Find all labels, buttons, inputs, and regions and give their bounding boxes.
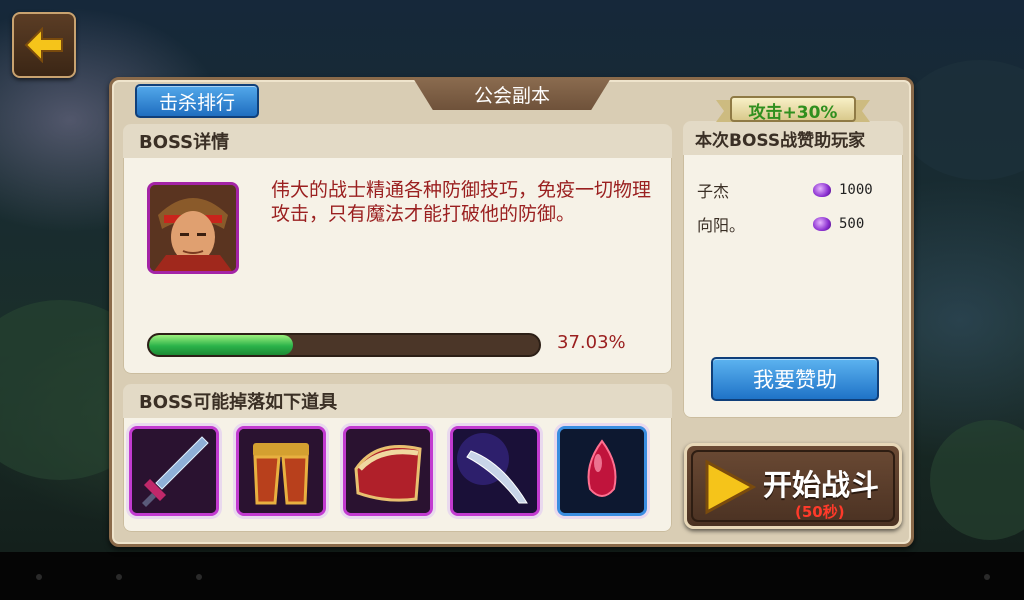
drop-item-slot[interactable]: [557, 426, 647, 516]
blade-icon: [453, 429, 537, 513]
sponsor-amount: 1000: [839, 182, 873, 198]
drop-item-slot[interactable]: [236, 426, 326, 516]
red-gem-icon: [560, 429, 644, 513]
purple-gem-icon: [813, 217, 831, 231]
system-navigation-bar: [0, 552, 1024, 600]
sponsor-list: 子杰 1000 向阳。 500: [697, 173, 889, 241]
shoulder-armor-icon: [346, 429, 430, 513]
boss-portrait: [147, 182, 239, 274]
back-button[interactable]: [12, 12, 76, 78]
boss-detail-box: BOSS详情 伟大的战士精通各种防御技巧，免疫一切物理攻击，只有魔法才能打破他的…: [123, 124, 672, 374]
sponsor-name: 子杰: [697, 182, 730, 201]
sponsor-header: 本次BOSS战赞助玩家: [683, 121, 903, 155]
sponsor-row: 子杰 1000: [697, 173, 889, 207]
panel-title: 公会副本: [413, 78, 611, 110]
kill-ranking-button[interactable]: 击杀排行: [135, 84, 259, 118]
start-battle-label: 开始战斗: [763, 468, 880, 502]
sponsor-box: 本次BOSS战赞助玩家 子杰 1000 向阳。 500 我要赞助: [683, 121, 903, 418]
sponsor-amount: 500: [839, 216, 865, 232]
drop-item-slot[interactable]: [343, 426, 433, 516]
start-battle-button[interactable]: 开始战斗 (50秒): [684, 443, 902, 529]
boss-hp-progress-fill: [149, 335, 294, 355]
sponsor-name: 向阳。: [697, 216, 746, 235]
drop-item-slot[interactable]: [450, 426, 540, 516]
drop-items-box: BOSS可能掉落如下道具: [123, 384, 672, 532]
back-arrow-icon: [24, 27, 63, 63]
armor-pants-icon: [239, 429, 323, 513]
boss-detail-header: BOSS详情: [123, 124, 672, 158]
drop-items-header: BOSS可能掉落如下道具: [123, 384, 672, 418]
attack-buff-text: 攻击+30%: [748, 102, 838, 123]
attack-buff-ribbon: 攻击+30%: [716, 94, 870, 126]
battle-timer-label: (50秒): [795, 503, 845, 521]
boss-hp-progress-bar: [147, 333, 541, 357]
purple-gem-icon: [813, 183, 831, 197]
sponsor-row: 向阳。 500: [697, 207, 889, 241]
boss-hp-percent: 37.03%: [557, 332, 626, 353]
drop-item-slot[interactable]: [129, 426, 219, 516]
sword-icon: [132, 429, 216, 513]
boss-description: 伟大的战士精通各种防御技巧，免疫一切物理攻击，只有魔法才能打破他的防御。: [271, 179, 652, 225]
play-triangle-icon: [705, 459, 757, 515]
boss-face-icon: [150, 185, 236, 271]
sponsor-button[interactable]: 我要赞助: [711, 357, 879, 401]
